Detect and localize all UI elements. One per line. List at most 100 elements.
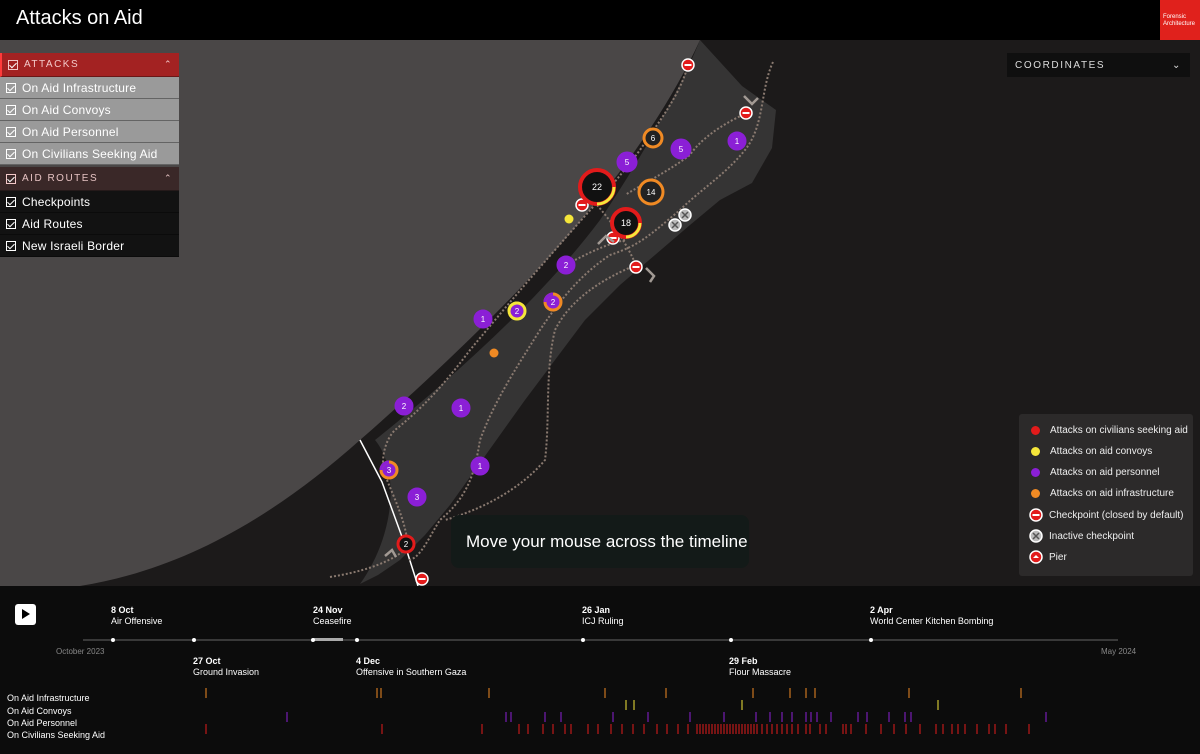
event-name: Ceasefire [313,616,352,626]
top-bar: Attacks on Aid Forensic Architecture [0,0,1200,40]
event-offensive-south[interactable]: 4 Dec Offensive in Southern Gaza [356,656,466,678]
legend-label: Attacks on aid infrastructure [1050,487,1174,499]
legend-item: Pier [1029,549,1067,565]
coordinates-dropdown[interactable]: COORDINATES ⌄ [1007,53,1190,77]
attack-cluster[interactable]: 1 [470,456,490,476]
event-icj-ruling[interactable]: 26 Jan ICJ Ruling [582,605,624,627]
checkpoint-icon [739,106,753,120]
chevron-up-icon[interactable]: ⌃ [164,173,173,184]
attack-cluster[interactable]: 18 [610,207,642,239]
attack-cluster[interactable]: 14 [637,178,665,206]
event-name: Ground Invasion [193,667,260,677]
legend-label: Pier [1049,551,1067,563]
layer-new-israeli-border[interactable]: New Israeli Border [0,235,179,257]
logo-line-2: Architecture [1163,21,1196,27]
legend-item: Attacks on aid personnel [1031,464,1160,480]
attack-cluster[interactable]: 5 [670,138,692,160]
layer-label: Checkpoints [22,194,91,209]
cluster-count: 2 [551,298,556,307]
timeline-marker [311,638,315,642]
tooltip-text: Move your mouse across the timeline [466,531,748,551]
chevron-up-icon[interactable]: ⌃ [164,59,173,70]
attack-cluster[interactable]: 3 [379,460,399,480]
attack-cluster[interactable]: 1 [727,131,747,151]
timeline-row-label: On Aid Infrastructure [7,693,90,703]
attacks-label: ATTACKS [24,59,80,70]
layer-label: On Aid Convoys [22,102,111,117]
timeline-marker [192,638,196,642]
event-flour-massacre[interactable]: 29 Feb Flour Massacre [729,656,791,678]
attack-cluster[interactable]: 6 [642,127,664,149]
checkpoint-icon [415,572,429,586]
forensic-architecture-logo[interactable]: Forensic Architecture [1160,0,1200,40]
attacks-checkbox[interactable] [8,59,18,70]
cluster-count: 3 [415,493,420,502]
aid-routes-checkbox[interactable] [6,173,16,184]
cluster-count: 3 [387,466,392,475]
checkbox[interactable] [6,82,16,93]
attacks-section-toggle[interactable]: ATTACKS ⌃ [0,53,179,77]
event-ground-invasion[interactable]: 27 Oct Ground Invasion [193,656,259,678]
pier-icon [1029,550,1043,564]
cluster-count: 18 [621,218,631,228]
aid-routes-label: AID ROUTES [22,173,99,184]
event-date: 24 Nov [313,605,343,615]
inactive-checkpoint-icon [1029,529,1043,543]
chevron-down-icon[interactable]: ⌄ [1172,60,1182,71]
layer-aid-infrastructure[interactable]: On Aid Infrastructure [0,77,179,99]
inactive-checkpoint-icon [668,218,682,232]
cluster-count: 2 [404,540,409,549]
checkbox[interactable] [6,148,16,159]
attack-ticks [205,688,1047,734]
cluster-count: 5 [625,158,630,167]
timeline-row-label: On Aid Personnel [7,718,78,728]
attack-cluster[interactable]: 2 [394,396,414,416]
layer-aid-personnel[interactable]: On Aid Personnel [0,121,179,143]
attack-cluster[interactable]: 2 [556,255,576,275]
checkbox[interactable] [6,218,16,229]
event-air-offensive[interactable]: 8 Oct Air Offensive [111,605,162,627]
aid-routes-section-toggle[interactable]: AID ROUTES ⌃ [0,167,179,191]
event-date: 8 Oct [111,605,134,615]
timeline-marker [355,638,359,642]
cluster-count: 5 [679,145,684,154]
legend-item: Inactive checkpoint [1029,528,1134,544]
timeline-start-label: October 2023 [56,647,105,656]
attack-cluster[interactable]: 5 [616,151,638,173]
event-name: Flour Massacre [729,667,792,677]
checkbox[interactable] [6,126,16,137]
layer-aid-convoys[interactable]: On Aid Convoys [0,99,179,121]
cluster-count: 22 [592,182,602,192]
checkbox[interactable] [6,104,16,115]
attack-cluster[interactable]: 1 [451,398,471,418]
attack-cluster[interactable]: 22 [578,168,616,206]
checkpoint-icon [629,260,643,274]
attack-cluster[interactable]: 2 [507,301,527,321]
inactive-checkpoint-icon [678,208,692,222]
event-name: ICJ Ruling [582,616,624,626]
event-name: World Center Kitchen Bombing [870,616,994,626]
timeline-playhead[interactable] [313,638,343,641]
attack-cluster[interactable]: 2 [543,292,563,312]
layer-panel: ATTACKS ⌃ On Aid Infrastructure On Aid C… [0,53,179,257]
cluster-count: 2 [564,261,569,270]
yellow-dot-icon [1031,446,1040,456]
attack-cluster[interactable]: 3 [407,487,427,507]
layer-civilians-seeking-aid[interactable]: On Civilians Seeking Aid [0,143,179,165]
checkbox[interactable] [6,196,16,207]
checkbox[interactable] [6,240,16,251]
layer-checkpoints[interactable]: Checkpoints [0,191,179,213]
orange-dot-icon [1031,488,1040,498]
attack-cluster[interactable]: 2 [396,534,416,554]
layer-label: On Civilians Seeking Aid [22,146,158,161]
event-date: 29 Feb [729,656,758,666]
event-ceasefire[interactable]: 24 Nov Ceasefire [313,605,352,627]
event-name: Offensive in Southern Gaza [356,667,467,677]
purple-dot-icon [1031,467,1040,477]
attack-cluster[interactable]: 1 [473,309,493,329]
event-name: Air Offensive [111,616,163,626]
cluster-count: 2 [402,402,407,411]
event-date: 2 Apr [870,605,893,615]
event-wck-bombing[interactable]: 2 Apr World Center Kitchen Bombing [870,605,993,627]
layer-aid-routes[interactable]: Aid Routes [0,213,179,235]
